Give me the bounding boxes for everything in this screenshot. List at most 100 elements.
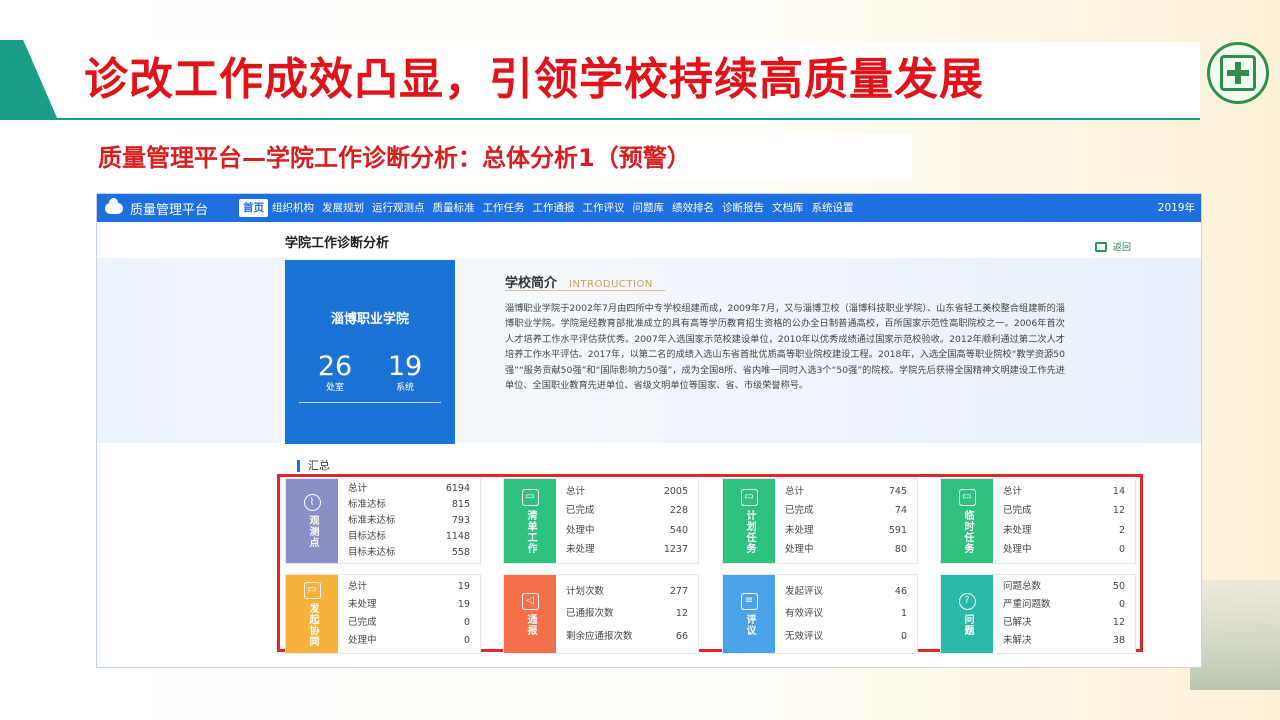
row-label: 严重问题数 <box>1003 599 1051 610</box>
row-value: 2 <box>1118 524 1125 536</box>
summary-card[interactable]: ▭ 计划任务 总计 745 已完成 74 未处理 591 处理中 80 <box>722 478 918 564</box>
nav-item[interactable]: 发展规划 <box>318 199 368 217</box>
row-label: 问题总数 <box>1003 581 1042 592</box>
card-row: 有效评议 1 <box>785 608 907 620</box>
card-label: 临时任务 <box>962 509 973 554</box>
nav-item[interactable]: 工作通报 <box>529 199 579 217</box>
card-row: 剩余应通报次数 66 <box>566 631 688 643</box>
card-row: 发起评议 46 <box>785 586 907 598</box>
row-value: 1 <box>900 608 907 619</box>
school-logo-icon <box>1207 42 1269 104</box>
row-value: 558 <box>451 547 470 558</box>
nav-item[interactable]: 首页 <box>239 199 268 217</box>
back-button[interactable]: 返回 <box>1095 240 1131 253</box>
row-label: 目标未达标 <box>348 547 396 558</box>
row-value: 591 <box>888 524 907 536</box>
row-label: 标准达标 <box>348 499 387 510</box>
card-rows: 总计 14 已完成 12 未处理 2 处理中 0 <box>1003 479 1125 563</box>
slide-subtitle: 质量管理平台—学院工作诊断分析：总体分析1（预警） <box>98 144 691 172</box>
card-row: 无效评议 0 <box>785 631 907 643</box>
summary-card[interactable]: ? 问题 问题总数 50 严重问题数 0 已解决 12 未解决 38 <box>940 574 1136 654</box>
nav-item[interactable]: 工作任务 <box>479 199 529 217</box>
card-label: 通报 <box>525 613 536 636</box>
card-label: 计划任务 <box>744 509 755 554</box>
row-label: 已完成 <box>566 505 595 517</box>
school-card: 淄博职业学院 26 处室 19 系统 <box>285 260 455 444</box>
nav-item[interactable]: 运行观测点 <box>368 199 429 217</box>
comment-icon: ≡ <box>740 592 758 610</box>
card-side: ≡ 评议 <box>723 575 775 653</box>
intro-title: 学校简介 <box>505 276 558 291</box>
row-value: 0 <box>1118 543 1125 555</box>
back-icon <box>1095 241 1107 252</box>
card-row: 标准未达标 793 <box>348 515 470 527</box>
summary-card[interactable]: ◁ 通报 计划次数 277 已通报次数 12 剩余应通报次数 66 <box>503 574 699 654</box>
nav-item[interactable]: 系统设置 <box>808 199 858 217</box>
nav-item[interactable]: 组织机构 <box>268 199 318 217</box>
row-value: 74 <box>894 505 907 517</box>
card-row: 未解决 38 <box>1003 635 1125 647</box>
row-label: 发起评议 <box>785 585 824 597</box>
summary-card[interactable]: ▭ 临时任务 总计 14 已完成 12 未处理 2 处理中 0 <box>940 478 1136 564</box>
app-window: 质量管理平台 首页 组织机构 发展规划 运行观测点 质量标准 工作任务 工作通报 工作评议 问题… <box>96 193 1202 668</box>
nav-item[interactable]: 工作评议 <box>579 199 629 217</box>
brand[interactable]: 质量管理平台 <box>97 197 237 218</box>
card-row: 处理中 0 <box>1003 544 1125 556</box>
intro-heading: 学校简介 INTRODUCTION <box>505 272 653 291</box>
intro-en: INTRODUCTION <box>569 279 653 290</box>
cloud-icon <box>105 197 123 214</box>
summary-card[interactable]: ⌇ 观测点 总计 6194 标准达标 815 标准未达标 793 目标达标 1148 目标未达标 55… <box>285 478 481 564</box>
row-label: 总计 <box>348 581 368 592</box>
intro-text: 淄博职业学院于2002年7月由四所中专学校组建而成，2009年7月，又与淄博卫校… <box>505 303 1065 392</box>
card-row: 总计 14 <box>1003 486 1125 498</box>
card-row: 处理中 540 <box>566 525 688 537</box>
nav-item[interactable]: 绩效排名 <box>668 199 718 217</box>
nav-item[interactable]: 问题库 <box>629 199 669 217</box>
summary-card[interactable]: ≡ 评议 发起评议 46 有效评议 1 无效评议 0 <box>722 574 918 654</box>
row-label: 无效评议 <box>785 630 824 642</box>
row-value: 793 <box>451 515 470 526</box>
nav-item[interactable]: 诊断报告 <box>718 199 768 217</box>
card-row: 计划次数 277 <box>566 586 688 598</box>
nav-item[interactable]: 质量标准 <box>429 199 479 217</box>
row-label: 目标达标 <box>348 531 387 542</box>
row-label: 标准未达标 <box>348 515 396 526</box>
row-value: 0 <box>900 630 907 642</box>
title-rule <box>0 118 1200 120</box>
row-value: 19 <box>457 581 470 592</box>
card-side: ⌇ 观测点 <box>286 479 338 563</box>
briefcase-icon: ▭ <box>521 488 539 506</box>
card-row: 总计 6194 <box>348 483 470 495</box>
card-row: 已通报次数 12 <box>566 608 688 620</box>
nav-menu: 首页 组织机构 发展规划 运行观测点 质量标准 工作任务 工作通报 工作评议 问题库 绩效排名 诊断… <box>239 199 858 217</box>
card-row: 目标未达标 558 <box>348 547 470 559</box>
row-label: 已解决 <box>1003 617 1032 628</box>
card-row: 处理中 0 <box>348 635 470 647</box>
card-row: 总计 745 <box>785 486 907 498</box>
row-value: 50 <box>1112 581 1125 592</box>
row-label: 总计 <box>1003 486 1023 498</box>
card-side: ▭ 发起协同 <box>286 575 338 653</box>
row-label: 剩余应通报次数 <box>566 630 633 642</box>
stat-divider <box>299 402 441 403</box>
row-value: 2005 <box>663 486 688 498</box>
back-label: 返回 <box>1113 243 1132 253</box>
card-row: 目标达标 1148 <box>348 531 470 543</box>
row-value: 277 <box>669 585 688 597</box>
summary-card[interactable]: ▭ 发起协同 总计 19 未处理 19 已完成 0 处理中 0 <box>285 574 481 654</box>
card-label: 评议 <box>744 613 755 636</box>
row-value: 815 <box>451 499 470 510</box>
row-label: 已完成 <box>785 505 814 517</box>
row-label: 处理中 <box>1003 543 1032 555</box>
row-value: 745 <box>888 486 907 498</box>
systems-label: 系统 <box>395 383 414 393</box>
row-label: 计划次数 <box>566 585 605 597</box>
summary-card[interactable]: ▭ 清单工作 总计 2005 已完成 228 处理中 540 未处理 1237 <box>503 478 699 564</box>
card-rows: 总计 2005 已完成 228 处理中 540 未处理 1237 <box>566 479 688 563</box>
row-label: 未处理 <box>566 543 595 555</box>
briefcase-icon: ▭ <box>958 488 976 506</box>
nav-item[interactable]: 文档库 <box>768 199 808 217</box>
briefcase-icon: ▭ <box>303 581 321 599</box>
card-row: 未处理 19 <box>348 599 470 611</box>
intro-underline <box>505 290 665 291</box>
